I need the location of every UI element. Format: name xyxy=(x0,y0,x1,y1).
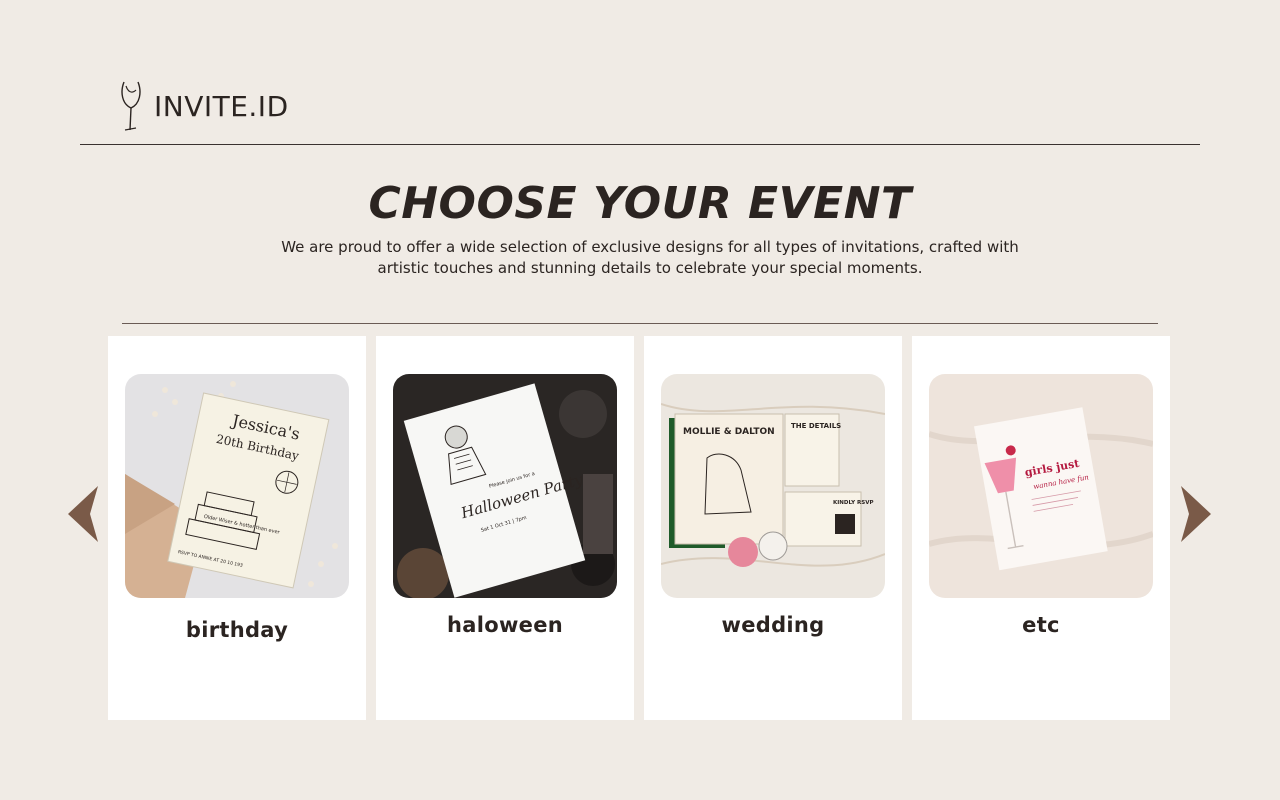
event-card-birthday[interactable]: Jessica's 20th Birthday Older Wiser & ho… xyxy=(108,336,366,720)
wine-glass-line-icon xyxy=(121,81,141,131)
event-card-wedding[interactable]: MOLLIE & DALTON THE DETAILS KINDLY RSVP … xyxy=(644,336,902,720)
event-card-haloween[interactable]: Please join us for a Halloween Party Sat… xyxy=(376,336,634,720)
invite-text: KINDLY RSVP xyxy=(833,500,874,506)
invite-text: MOLLIE & DALTON xyxy=(683,427,775,437)
party-invitation-image: girls just wanna have fun xyxy=(929,374,1153,598)
event-label: birthday xyxy=(185,618,289,642)
brand-logo[interactable]: INVITE.ID xyxy=(116,78,289,134)
brand-name: INVITE.ID xyxy=(154,89,289,123)
halloween-invitation-image: Please join us for a Halloween Party Sat… xyxy=(393,374,617,598)
chevron-right-icon xyxy=(1181,486,1211,542)
event-label: wedding xyxy=(721,613,825,637)
section-divider xyxy=(122,323,1158,324)
birthday-invitation-image: Jessica's 20th Birthday Older Wiser & ho… xyxy=(125,374,349,598)
event-label: haloween xyxy=(447,613,563,637)
carousel-prev-button[interactable] xyxy=(68,486,98,542)
event-card-etc[interactable]: girls just wanna have fun etc xyxy=(912,336,1170,720)
invite-text: THE DETAILS xyxy=(791,422,841,430)
header-divider xyxy=(80,144,1200,145)
carousel-next-button[interactable] xyxy=(1181,486,1211,542)
page-title: CHOOSE YOUR EVENT xyxy=(368,178,912,229)
chevron-left-icon xyxy=(68,486,98,542)
wedding-invitation-image: MOLLIE & DALTON THE DETAILS KINDLY RSVP xyxy=(661,374,885,598)
page-subtitle: We are proud to offer a wide selection o… xyxy=(281,238,1019,277)
event-label: etc xyxy=(1022,613,1060,637)
